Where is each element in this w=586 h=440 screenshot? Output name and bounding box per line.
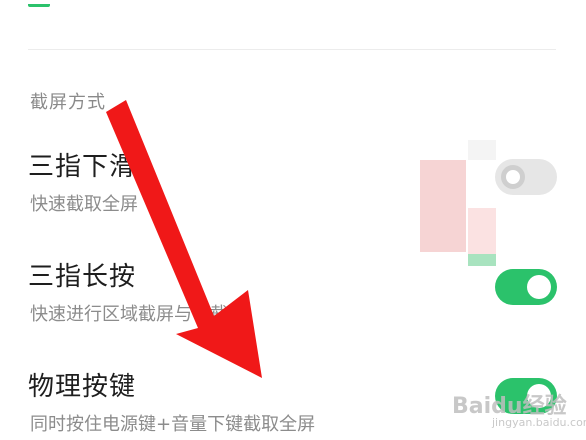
toggle-knob [501, 165, 525, 189]
setting-title: 三指长按 [28, 262, 137, 292]
setting-title: 物理按键 [28, 372, 137, 402]
previous-item-fragment [28, 0, 50, 7]
setting-subtitle: 快速截取全屏 [30, 194, 138, 215]
arrow-shape [106, 100, 262, 378]
image-artifacts [420, 140, 500, 270]
section-label: 截屏方式 [30, 92, 106, 113]
three-finger-hold-toggle[interactable] [495, 269, 557, 305]
setting-subtitle: 同时按住电源键+音量下键截取全屏 [30, 414, 316, 435]
watermark-url: jingyan.baidu.com [492, 416, 586, 429]
section-divider [28, 49, 556, 50]
settings-screen: 截屏方式 三指下滑 快速截取全屏 三指长按 快速进行区域截屏与长截屏 物理按键 … [0, 0, 586, 440]
artifact-block [420, 160, 466, 252]
artifact-block [468, 254, 496, 266]
setting-subtitle: 快速进行区域截屏与长截屏 [30, 304, 246, 325]
toggle-knob [527, 275, 551, 299]
setting-title: 三指下滑 [28, 152, 137, 182]
artifact-block [468, 208, 496, 254]
three-finger-swipe-toggle[interactable] [495, 159, 557, 195]
artifact-block [468, 140, 496, 160]
